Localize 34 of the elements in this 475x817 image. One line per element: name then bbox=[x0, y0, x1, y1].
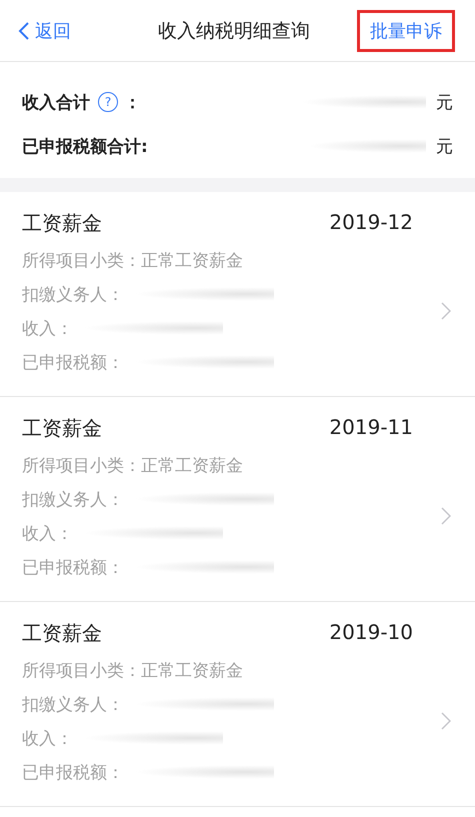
record-field: 收入： bbox=[22, 726, 73, 750]
chevron-right-icon bbox=[441, 507, 451, 525]
record-field: 扣缴义务人： bbox=[22, 282, 124, 306]
record-title: 工资薪金 bbox=[22, 415, 102, 442]
chevron-right-icon bbox=[441, 712, 451, 730]
record-field: 扣缴义务人： bbox=[22, 488, 124, 510]
summary-label: 收入合计 bbox=[22, 92, 90, 114]
income-record-item[interactable]: 工资薪金 2019-12 所得项目小类：正常工资薪金 扣缴义务人： 收入： 已申报税额： bbox=[0, 192, 475, 397]
record-field: 收入： bbox=[22, 316, 73, 340]
record-title: 工资薪金 bbox=[22, 210, 102, 237]
back-icon bbox=[18, 20, 30, 40]
record-field: 收入： bbox=[22, 522, 73, 544]
summary-label: 已申报税额合计: bbox=[22, 136, 148, 158]
help-icon[interactable]: ? bbox=[98, 92, 118, 112]
record-field: 所得项目小类：正常工资薪金 bbox=[22, 658, 243, 682]
record-field: 所得项目小类：正常工资薪金 bbox=[22, 454, 243, 476]
chevron-right-icon bbox=[441, 302, 451, 320]
unit-label: 元 bbox=[436, 136, 453, 158]
income-record-item[interactable]: 工资薪金 2019-11 所得项目小类：正常工资薪金 扣缴义务人： 收入： 已申报税额： bbox=[0, 397, 475, 602]
record-title: 工资薪金 bbox=[22, 620, 102, 647]
back-button[interactable]: 返回 bbox=[18, 18, 71, 42]
record-field: 已申报税额： bbox=[22, 556, 124, 578]
record-field: 所得项目小类：正常工资薪金 bbox=[22, 248, 243, 272]
page-title: 收入纳税明细查询 bbox=[158, 18, 310, 44]
record-field: 已申报税额： bbox=[22, 350, 124, 374]
batch-appeal-button[interactable]: 批量申诉 bbox=[357, 10, 455, 52]
unit-label: 元 bbox=[436, 92, 453, 114]
record-field: 已申报税额： bbox=[22, 760, 124, 784]
record-period: 2019-10 bbox=[329, 620, 413, 646]
record-period: 2019-12 bbox=[329, 210, 413, 236]
colon: ： bbox=[124, 92, 141, 114]
record-field: 扣缴义务人： bbox=[22, 692, 124, 716]
record-period: 2019-11 bbox=[329, 415, 413, 441]
income-record-item[interactable]: 工资薪金 2019-10 所得项目小类：正常工资薪金 扣缴义务人： 收入： 已申报税额： bbox=[0, 602, 475, 807]
